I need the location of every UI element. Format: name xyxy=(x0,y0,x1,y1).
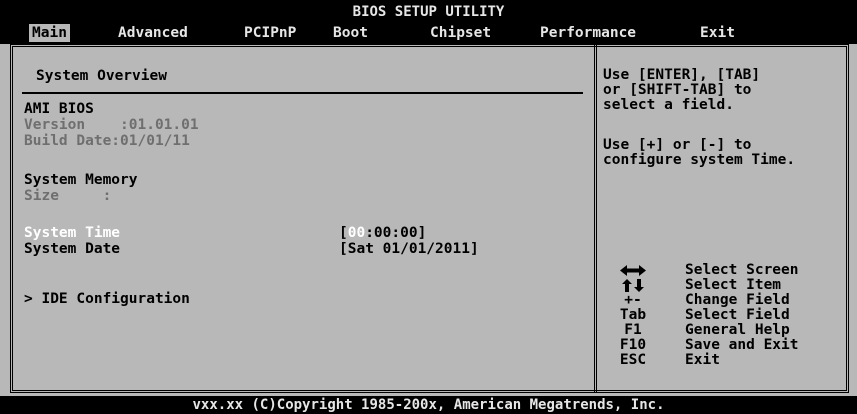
key-row-select-field: Tab Select Field xyxy=(603,308,843,323)
key-desc: Select Field xyxy=(685,307,790,323)
key-desc: Exit xyxy=(685,352,720,368)
tab-main[interactable]: Main xyxy=(29,24,70,42)
key-label: F1 xyxy=(624,322,642,338)
system-date-label[interactable]: System Date xyxy=(24,241,120,257)
key-row-exit: ESC Exit xyxy=(603,353,843,368)
key-row-save-exit: F10 Save and Exit xyxy=(603,338,843,353)
bios-version-value: 01.01.01 xyxy=(128,117,199,133)
help-line: select a field. xyxy=(603,97,734,113)
key-desc: Save and Exit xyxy=(685,337,799,353)
tab-exit[interactable]: Exit xyxy=(700,24,735,42)
system-date-field[interactable]: [Sat 01/01/2011] xyxy=(339,241,479,257)
key-label: Tab xyxy=(619,307,647,323)
help-line: Use [+] or [-] to xyxy=(603,137,752,153)
key-label: +- xyxy=(624,292,642,308)
system-time-field[interactable]: [00:00:00] xyxy=(339,225,426,241)
key-desc: Select Screen xyxy=(685,262,799,278)
tab-pcipnp[interactable]: PCIPnP xyxy=(244,24,296,42)
help-line: or [SHIFT-TAB] to xyxy=(603,82,752,98)
section-title: System Overview xyxy=(36,68,167,84)
system-time-label[interactable]: System Time xyxy=(24,225,120,241)
system-time-bracket: [ xyxy=(339,225,348,241)
key-label: ESC xyxy=(619,352,647,368)
system-time-rest: :00:00] xyxy=(365,225,427,241)
bios-build-date-label: Build Date: xyxy=(24,133,121,149)
key-desc: Select Item xyxy=(685,277,782,293)
help-text-1: Use [ENTER], [TAB] or [SHIFT-TAB] to selec… xyxy=(603,68,760,113)
key-label: F10 xyxy=(619,337,647,353)
utility-title: BIOS SETUP UTILITY xyxy=(352,4,505,20)
key-row-change-field: +- Change Field xyxy=(603,293,843,308)
system-time-hours[interactable]: 00 xyxy=(348,225,365,241)
header-bar: BIOS SETUP UTILITY Main Advanced PCIPnP … xyxy=(0,0,857,44)
memory-heading: System Memory xyxy=(24,172,138,188)
help-text-2: Use [+] or [-] to configure system Time. xyxy=(603,138,795,168)
memory-size-label: Size : xyxy=(24,188,112,204)
tab-boot[interactable]: Boot xyxy=(333,24,368,42)
bios-version-label: Version : xyxy=(24,117,129,133)
bios-build-date: Build Date:01/01/11 xyxy=(24,133,190,149)
bios-build-date-value: 01/01/11 xyxy=(120,133,190,149)
key-row-select-item: Select Item xyxy=(603,278,843,293)
copyright-footer: vxx.xx (C)Copyright 1985-200x, American … xyxy=(0,396,857,414)
key-desc: General Help xyxy=(685,322,790,338)
bios-heading: AMI BIOS xyxy=(24,101,94,117)
bios-version: Version :01.01.01 xyxy=(24,117,199,133)
tab-chipset[interactable]: Chipset xyxy=(430,24,491,42)
key-row-select-screen: Select Screen xyxy=(603,263,843,278)
ide-configuration-item[interactable]: > IDE Configuration xyxy=(24,291,190,307)
key-desc: Change Field xyxy=(685,292,790,308)
help-line: configure system Time. xyxy=(603,152,796,168)
panel-divider xyxy=(594,44,597,393)
help-line: Use [ENTER], [TAB] xyxy=(603,67,761,83)
tab-performance[interactable]: Performance xyxy=(540,24,636,42)
tab-advanced[interactable]: Advanced xyxy=(118,24,188,42)
section-rule xyxy=(22,92,583,94)
key-row-general-help: F1 General Help xyxy=(603,323,843,338)
